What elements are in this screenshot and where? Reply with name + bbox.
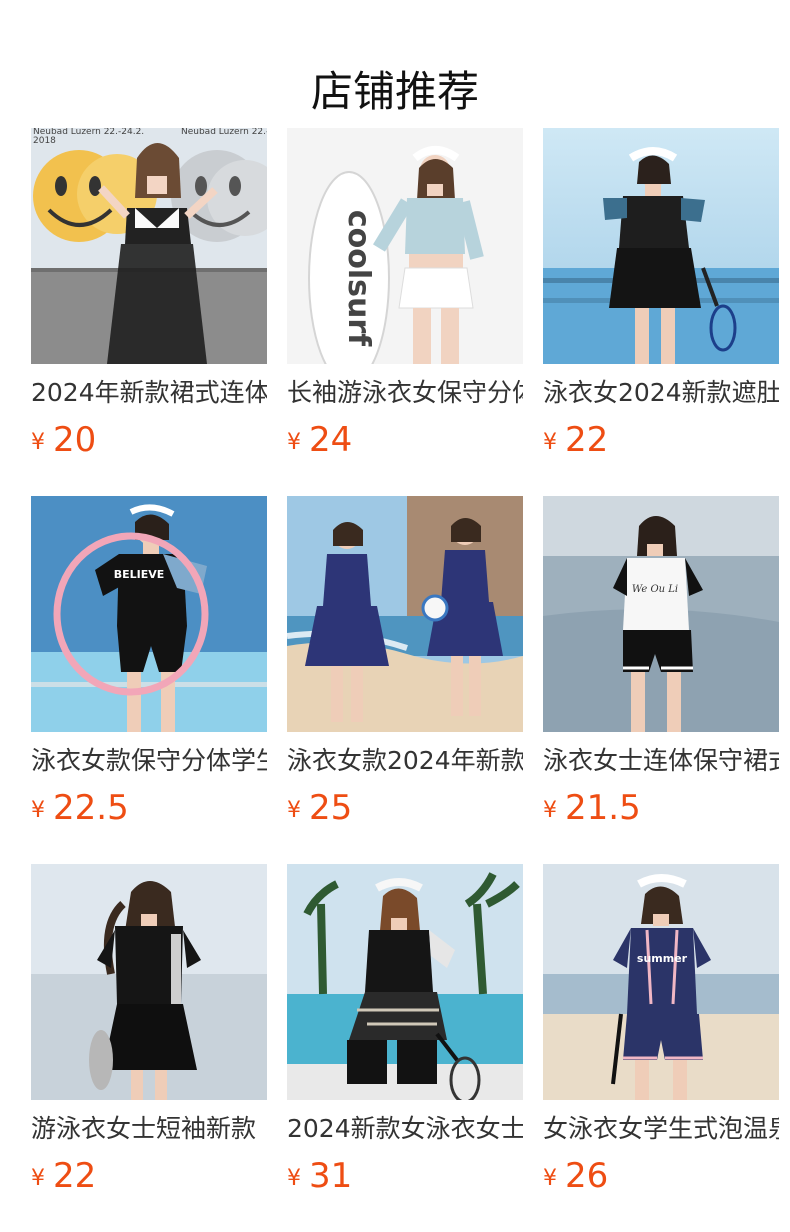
price-amount: 24 <box>309 420 353 460</box>
product-price: ¥31 <box>287 1154 523 1198</box>
product-card[interactable]: Neubad Luzern 22.-24.2. 2018 Neubad Luze… <box>31 128 267 496</box>
product-image[interactable]: BELIEVE <box>31 496 267 732</box>
product-title[interactable]: 泳衣女士连体保守裙式 <box>543 744 779 778</box>
thumb-text: summer <box>637 952 688 965</box>
currency-symbol: ¥ <box>31 1166 45 1191</box>
product-grid: Neubad Luzern 22.-24.2. 2018 Neubad Luze… <box>31 128 779 1232</box>
thumb-text: coolsurf <box>341 210 376 347</box>
product-card[interactable]: 2024新款女泳衣女士 ¥31 <box>287 864 523 1232</box>
product-title[interactable]: 2024新款女泳衣女士 <box>287 1112 523 1146</box>
product-price: ¥22 <box>31 1154 267 1198</box>
product-title[interactable]: 长袖游泳衣女保守分体 <box>287 376 523 410</box>
product-image[interactable] <box>543 128 779 364</box>
product-card[interactable]: 泳衣女款2024年新款 ¥25 <box>287 496 523 864</box>
currency-symbol: ¥ <box>543 430 557 455</box>
store-recommendations-page: 店铺推荐 Neubad Luzern 22.-24.2. 2018 Neubad… <box>0 0 790 1232</box>
price-amount: 22 <box>53 1156 97 1196</box>
product-image[interactable]: Neubad Luzern 22.-24.2. 2018 Neubad Luze… <box>31 128 267 364</box>
product-price: ¥26 <box>543 1154 779 1198</box>
product-title[interactable]: 泳衣女款保守分体学生 <box>31 744 267 778</box>
product-price: ¥20 <box>31 418 267 462</box>
thumb-text: We Ou Li <box>632 584 678 595</box>
currency-symbol: ¥ <box>543 798 557 823</box>
currency-symbol: ¥ <box>31 798 45 823</box>
product-price: ¥21.5 <box>543 786 779 830</box>
price-amount: 26 <box>565 1156 609 1196</box>
product-title[interactable]: 2024年新款裙式连体泳衣 <box>31 376 267 410</box>
product-image[interactable] <box>31 864 267 1100</box>
thumb-text: Neubad Luzern 22.-24.2. <box>181 128 267 137</box>
price-amount: 20 <box>53 420 97 460</box>
product-card[interactable]: coolsurf 长袖游泳衣女保守分体 ¥24 <box>287 128 523 496</box>
product-image[interactable]: coolsurf <box>287 128 523 364</box>
product-image[interactable] <box>287 496 523 732</box>
price-amount: 25 <box>309 788 353 828</box>
currency-symbol: ¥ <box>31 430 45 455</box>
price-amount: 21.5 <box>565 788 641 828</box>
product-image[interactable]: We Ou Li <box>543 496 779 732</box>
product-title[interactable]: 女泳衣女学生式泡温泉 <box>543 1112 779 1146</box>
product-card[interactable]: 泳衣女2024新款遮肚 ¥22 <box>543 128 779 496</box>
currency-symbol: ¥ <box>543 1166 557 1191</box>
thumb-text: BELIEVE <box>114 568 165 581</box>
product-price: ¥25 <box>287 786 523 830</box>
product-title[interactable]: 泳衣女2024新款遮肚 <box>543 376 779 410</box>
product-price: ¥24 <box>287 418 523 462</box>
price-amount: 22 <box>565 420 609 460</box>
product-card[interactable]: summer 女泳衣女学生式泡温泉 ¥26 <box>543 864 779 1232</box>
product-card[interactable]: 游泳衣女士短袖新款 ¥22 <box>31 864 267 1232</box>
product-price: ¥22.5 <box>31 786 267 830</box>
thumb-text: 2018 <box>33 136 56 146</box>
product-title[interactable]: 游泳衣女士短袖新款 <box>31 1112 267 1146</box>
currency-symbol: ¥ <box>287 1166 301 1191</box>
product-image[interactable]: summer <box>543 864 779 1100</box>
product-price: ¥22 <box>543 418 779 462</box>
section-title: 店铺推荐 <box>310 67 479 117</box>
product-title[interactable]: 泳衣女款2024年新款 <box>287 744 523 778</box>
price-amount: 31 <box>309 1156 353 1196</box>
currency-symbol: ¥ <box>287 798 301 823</box>
product-card[interactable]: BELIEVE 泳衣女款保守分体学生 ¥22.5 <box>31 496 267 864</box>
product-card[interactable]: We Ou Li 泳衣女士连体保守裙式 ¥21.5 <box>543 496 779 864</box>
currency-symbol: ¥ <box>287 430 301 455</box>
price-amount: 22.5 <box>53 788 129 828</box>
product-image[interactable] <box>287 864 523 1100</box>
